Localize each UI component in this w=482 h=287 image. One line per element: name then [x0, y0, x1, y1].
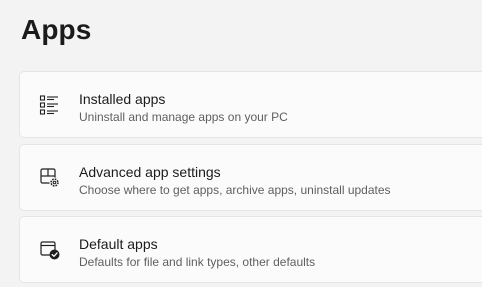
installed-apps-subtitle: Uninstall and manage apps on your PC: [79, 110, 288, 124]
advanced-app-settings-subtitle: Choose where to get apps, archive apps, …: [79, 183, 391, 197]
app-settings-icon: [39, 167, 61, 189]
page-title: Apps: [21, 14, 92, 45]
installed-apps-card[interactable]: Installed apps Uninstall and manage apps…: [19, 71, 482, 138]
advanced-app-settings-title: Advanced app settings: [79, 164, 221, 180]
advanced-app-settings-card[interactable]: Advanced app settings Choose where to ge…: [19, 144, 482, 211]
default-apps-title: Default apps: [79, 236, 158, 252]
installed-apps-title: Installed apps: [79, 91, 166, 107]
settings-page: Apps Installed apps Uninstall and manage…: [0, 0, 482, 287]
default-apps-icon: [39, 239, 61, 261]
default-apps-card[interactable]: Default apps Defaults for file and link …: [19, 216, 482, 283]
default-apps-subtitle: Defaults for file and link types, other …: [79, 255, 316, 269]
list-icon: [39, 94, 61, 116]
